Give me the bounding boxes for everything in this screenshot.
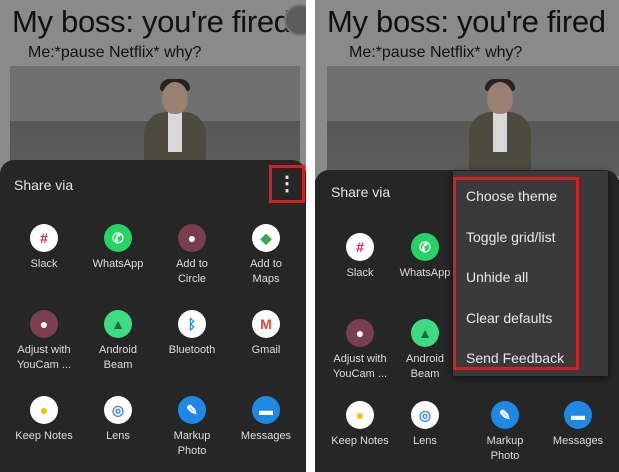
app-label: Adjust with YouCam ... [332,353,387,380]
app-lens[interactable]: ◎ Lens [395,401,455,449]
share-sheet-title: Share via [14,177,74,193]
app-slack[interactable]: # Slack [323,233,397,281]
youcam-icon: ● [30,310,58,338]
app-label: Keep Notes [15,430,73,442]
app-youcam[interactable]: ● Adjust with YouCam ... [323,319,397,382]
overflow-menu: Choose theme Toggle grid/list Unhide all… [453,171,608,376]
app-label: Messages [552,435,604,447]
app-label: Gmail [251,344,281,356]
app-label: Keep Notes [331,435,389,447]
lens-icon: ◎ [104,396,132,424]
app-label: Lens [106,430,130,442]
whatsapp-icon: ✆ [411,233,439,261]
app-label: Messages [240,430,292,442]
meme-image: My boss: you're fired Me:*pause Netflix*… [0,0,306,180]
app-gmail[interactable]: M Gmail [229,310,303,358]
app-messages[interactable]: ▬ Messages [541,401,615,449]
app-android[interactable]: ▲ Android Beam [81,310,155,373]
gmail-icon: M [252,310,280,338]
left-screenshot: My boss: you're fired Me:*pause Netflix*… [0,0,306,472]
app-label: Slack [346,267,374,279]
keep-icon: ● [30,396,58,424]
app-maps[interactable]: ◆ Add to Maps [229,224,303,287]
app-circle[interactable]: ● Add to Circle [155,224,229,287]
circle-icon: ● [178,224,206,252]
share-sheet: Share via ⋮ # Slack ✆ WhatsApp ● Add to Circl… [0,160,306,472]
android-icon: ▲ [411,319,439,347]
menu-item-send-feedback[interactable]: Send Feedback [466,350,564,366]
menu-item-unhide-all[interactable]: Unhide all [466,269,528,285]
app-label: Slack [30,258,58,270]
app-label: Lens [413,435,437,447]
app-keep[interactable]: ● Keep Notes [323,401,397,449]
markup-icon: ✎ [178,396,206,424]
menu-item-choose-theme[interactable]: Choose theme [466,188,557,204]
youcam-icon: ● [346,319,374,347]
app-label: WhatsApp [92,258,144,270]
messages-icon: ▬ [564,401,592,429]
app-label: Adjust with YouCam ... [16,344,71,371]
android-icon: ▲ [104,310,132,338]
app-slack[interactable]: # Slack [7,224,81,272]
app-label: Add to Maps [250,258,282,285]
app-label: WhatsApp [399,267,451,279]
app-whatsapp[interactable]: ✆ WhatsApp [395,233,455,281]
app-label: Android Beam [99,344,137,371]
meme-title: My boss: you're fired [12,4,291,39]
slack-icon: # [346,233,374,261]
bluetooth-icon: ᛒ [178,310,206,338]
app-whatsapp[interactable]: ✆ WhatsApp [81,224,155,272]
menu-item-clear-defaults[interactable]: Clear defaults [466,310,552,326]
app-label: Android Beam [406,353,444,380]
meme-caption: Me:*pause Netflix* why? [28,44,202,61]
maps-icon: ◆ [252,224,280,252]
app-markup[interactable]: ✎ Markup Photo [155,396,229,459]
right-screenshot: My boss: you're fired Me:*pause Netflix*… [315,0,619,472]
kebab-menu-icon: ⋮ [277,173,297,195]
app-keep[interactable]: ● Keep Notes [7,396,81,444]
share-sheet-title: Share via [331,184,391,200]
app-youcam[interactable]: ● Adjust with YouCam ... [7,310,81,373]
app-label: Bluetooth [168,344,216,356]
lens-icon: ◎ [411,401,439,429]
app-messages[interactable]: ▬ Messages [229,396,303,444]
app-label: Markup Photo [173,430,211,457]
more-options-button[interactable]: ⋮ [269,165,305,203]
app-lens[interactable]: ◎ Lens [81,396,155,444]
markup-icon: ✎ [491,401,519,429]
messages-icon: ▬ [252,396,280,424]
meme-image: My boss: you're fired Me:*pause Netflix*… [315,0,619,180]
whatsapp-icon: ✆ [104,224,132,252]
meme-photo [327,66,619,176]
keep-icon: ● [346,401,374,429]
app-markup[interactable]: ✎ Markup Photo [468,401,542,464]
slack-icon: # [30,224,58,252]
app-bluetooth[interactable]: ᛒ Bluetooth [155,310,229,358]
app-label: Markup Photo [486,435,524,462]
app-android[interactable]: ▲ Android Beam [395,319,455,382]
app-label: Add to Circle [176,258,208,285]
meme-title: My boss: you're fired [327,4,606,39]
meme-caption: Me:*pause Netflix* why? [349,44,523,61]
menu-item-toggle-grid-list[interactable]: Toggle grid/list [466,229,556,245]
